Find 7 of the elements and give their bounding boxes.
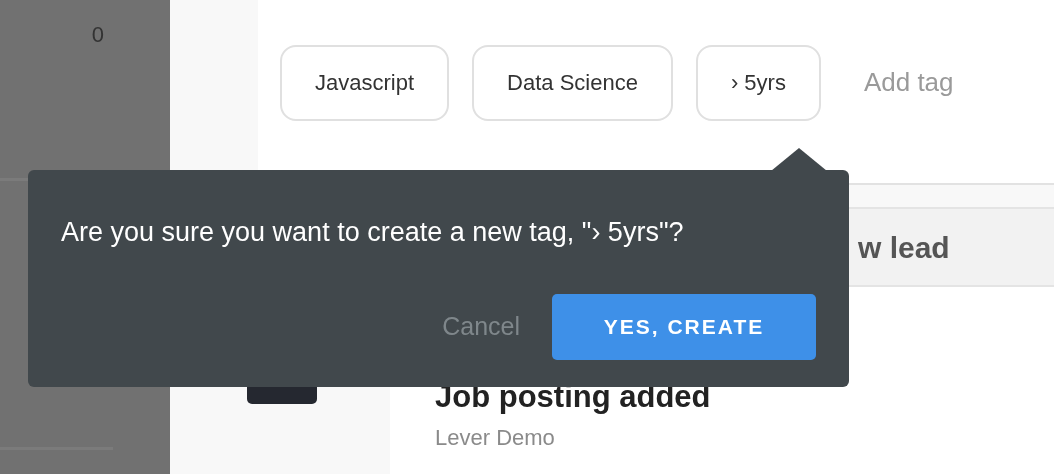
tag-chip[interactable]: Javascript xyxy=(280,44,450,121)
confirm-message: Are you sure you want to create a new tag, "› 5yrs"? xyxy=(61,216,685,249)
tag-chip[interactable]: › 5yrs xyxy=(695,44,821,121)
activity-subtitle: Lever Demo xyxy=(435,424,556,452)
tag-chip[interactable]: Data Science xyxy=(472,44,673,121)
section-header-text: w lead xyxy=(858,229,950,266)
count-label: 0 xyxy=(91,21,104,49)
